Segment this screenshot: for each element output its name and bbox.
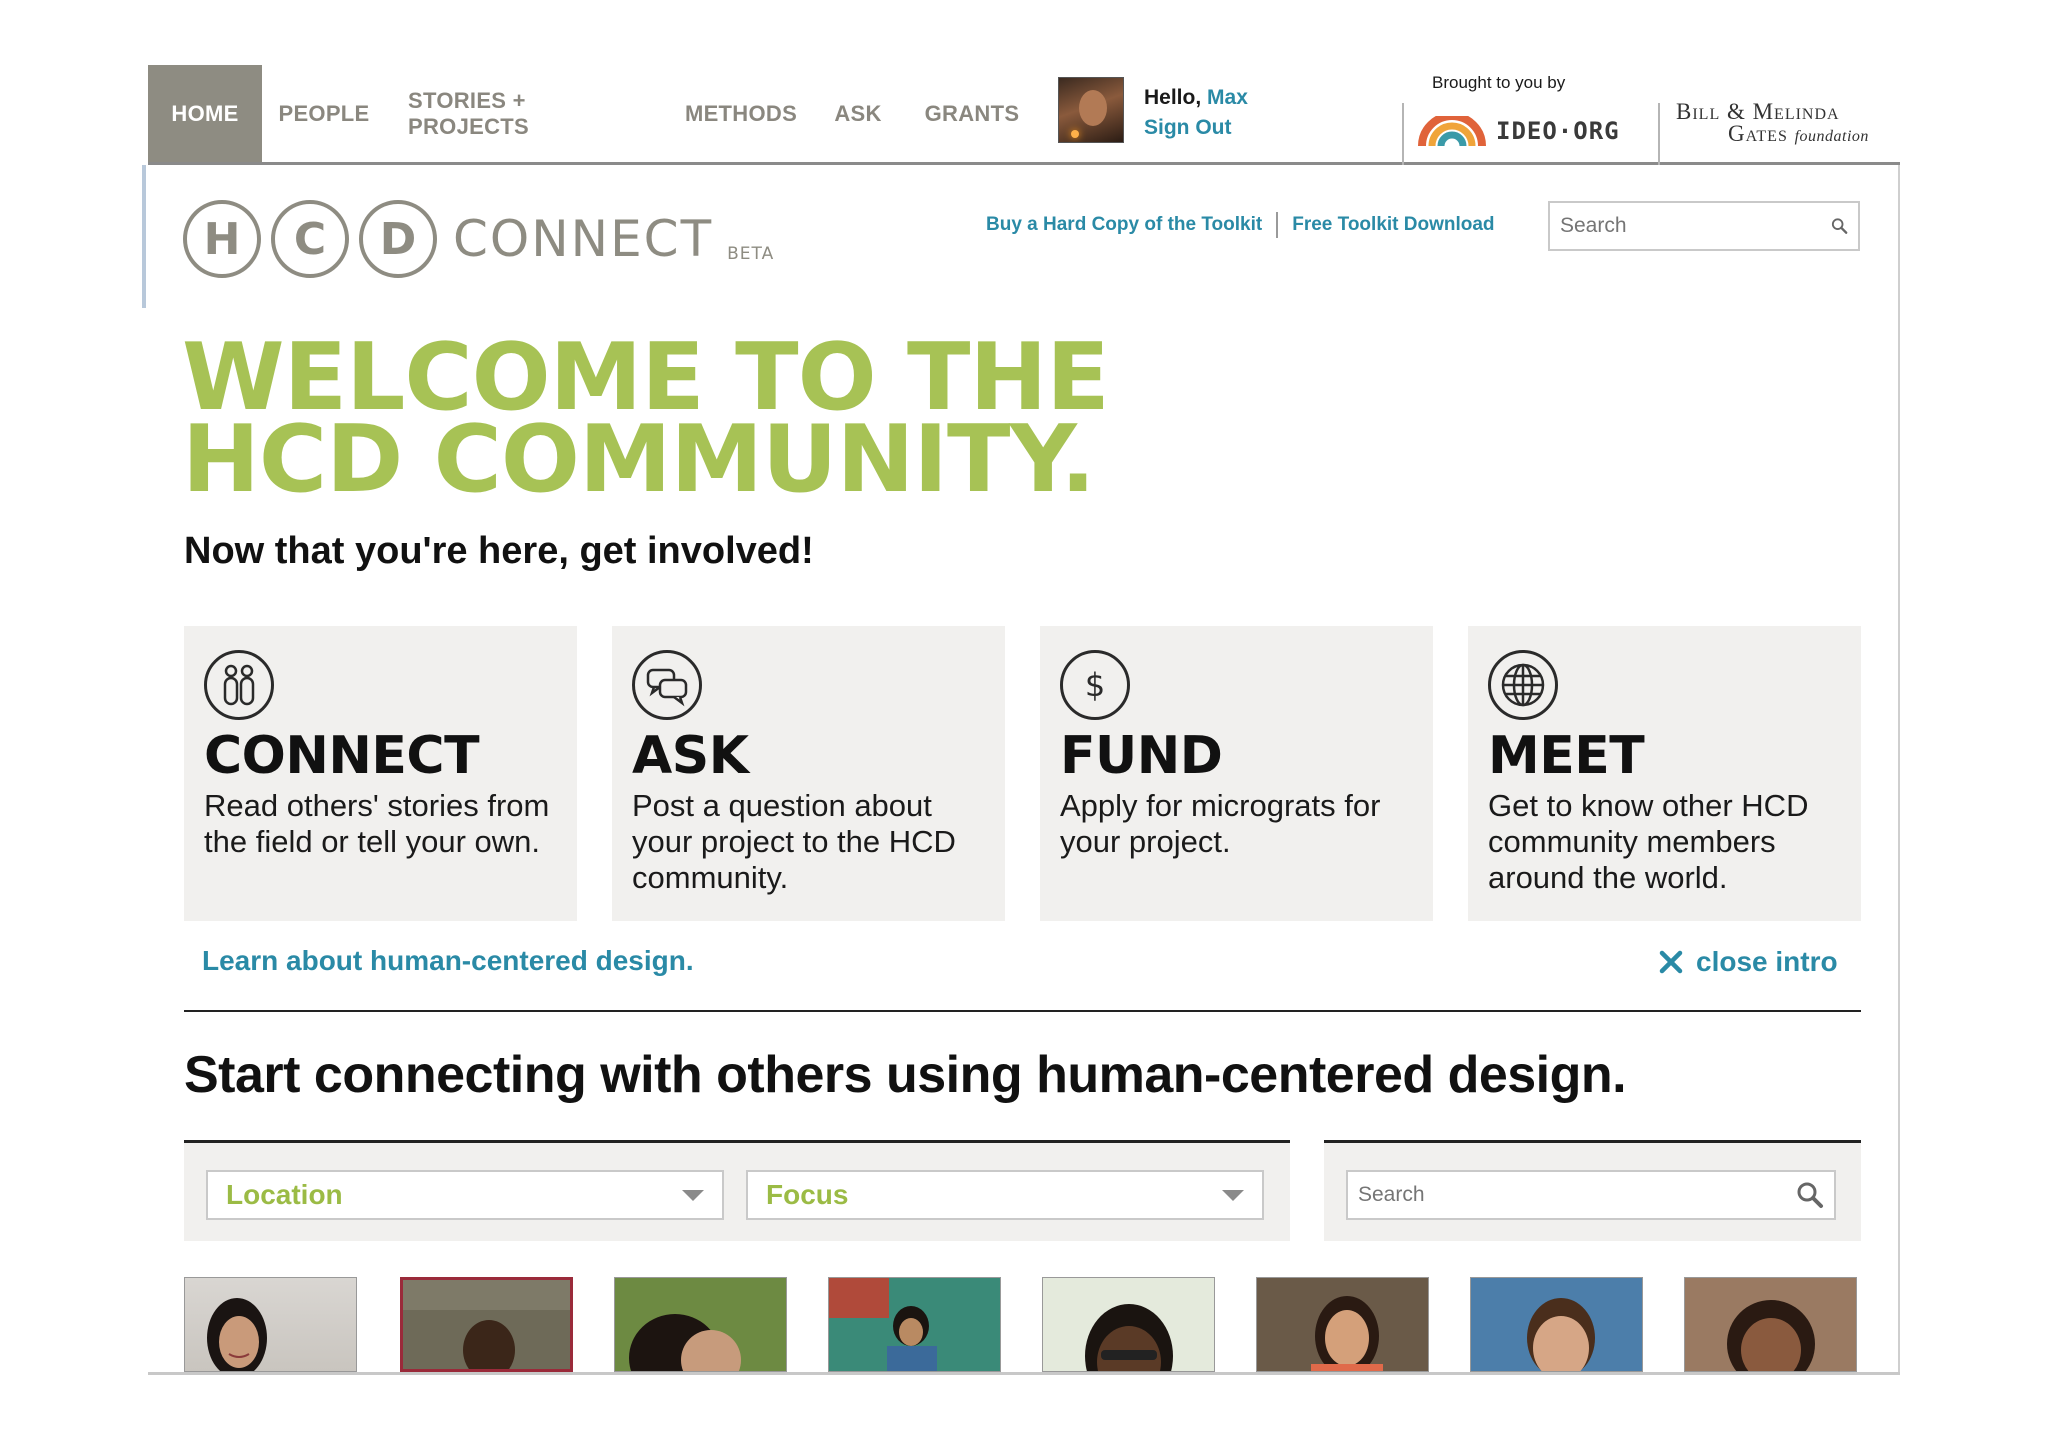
card-title: CONNECT [204,726,480,786]
nav-stories-projects[interactable]: STORIES + PROJECTS [408,65,652,162]
person-thumbnail[interactable] [400,1277,573,1372]
logo-beta-tag: BETA [727,244,775,264]
person-photo [1471,1278,1642,1371]
people-icon [204,650,274,720]
brought-to-you-by: Brought to you by [1432,73,1566,92]
focus-select[interactable]: Focus [746,1170,1264,1220]
user-avatar[interactable] [1058,77,1124,143]
card-meet[interactable]: MEET Get to know other HCD community mem… [1468,626,1861,921]
bottom-rule [148,1372,1900,1375]
person-photo [1043,1278,1214,1371]
person-photo [207,1298,267,1371]
person-photo [1257,1278,1428,1371]
person-thumbnail[interactable] [614,1277,787,1372]
site-search-input[interactable] [1560,214,1831,238]
user-greeting: Hello, Max Sign Out [1144,83,1248,143]
welcome-line2: HCD COMMUNITY. [182,405,1096,513]
card-fund[interactable]: $ FUND Apply for micrograts for your pro… [1040,626,1433,921]
card-title: MEET [1488,726,1645,786]
logo-letter-c: C [271,200,349,278]
nav-home[interactable]: HOME [148,65,262,162]
location-select[interactable]: Location [206,1170,724,1220]
site-search-box [1548,201,1860,251]
ideo-org-logo[interactable]: IDEO·ORG [1418,111,1648,151]
chevron-down-icon [682,1189,704,1201]
person-photo [1685,1278,1856,1371]
close-icon [1659,950,1683,974]
section-divider [184,1010,1861,1012]
person-thumbnail[interactable] [1256,1277,1429,1372]
chevron-down-icon [1222,1189,1244,1201]
card-ask[interactable]: ASK Post a question about your project t… [612,626,1005,921]
speech-bubbles-icon [632,650,702,720]
focus-select-label: Focus [766,1179,849,1210]
svg-text:$: $ [1085,666,1105,704]
search-icon[interactable] [1831,212,1848,240]
avatar-candle [1071,130,1079,138]
person-thumbnail[interactable] [1684,1277,1857,1372]
buy-hard-copy-link[interactable]: Buy a Hard Copy of the Toolkit [986,214,1262,236]
sponsor-divider [1402,103,1404,165]
toolkit-link-divider [1276,212,1279,238]
dollar-icon: $ [1060,650,1130,720]
people-search-input[interactable] [1358,1183,1796,1207]
start-connecting-heading: Start connecting with others using human… [184,1046,1627,1104]
card-description: Read others' stories from the field or t… [204,788,550,859]
search-icon[interactable] [1796,1181,1824,1209]
card-description: Apply for micrograts for your project. [1060,788,1381,859]
nav-methods[interactable]: METHODS [684,65,798,162]
close-intro-label: close intro [1696,946,1838,977]
nav-grants[interactable]: GRANTS [920,65,1024,162]
left-accent-bar [142,165,146,308]
person-thumbnail[interactable] [1470,1277,1643,1372]
hcd-connect-logo[interactable]: H C D CONNECT BETA [183,200,774,278]
card-description: Get to know other HCD community members … [1488,788,1809,895]
person-photo [615,1278,786,1371]
user-name-link[interactable]: Max [1207,86,1248,109]
avatar-face [1079,90,1107,126]
people-search-panel [1324,1140,1861,1241]
person-thumbnail[interactable] [184,1277,357,1372]
globe-icon [1488,650,1558,720]
card-title: FUND [1060,726,1223,786]
gates-foundation-logo[interactable]: Bill & Melinda Gates foundation [1676,99,1898,155]
toolkit-links: Buy a Hard Copy of the Toolkit Free Tool… [986,212,1495,238]
card-connect[interactable]: CONNECT Read others' stories from the fi… [184,626,577,921]
top-navigation-bar: HOME PEOPLE STORIES + PROJECTS METHODS A… [148,65,1900,165]
logo-letter-h: H [183,200,261,278]
location-select-label: Location [226,1179,343,1210]
person-photo [829,1278,1000,1371]
card-description: Post a question about your project to th… [632,788,956,895]
nav-people[interactable]: PEOPLE [272,65,376,162]
person-photo [403,1280,570,1369]
gates-logo-gates: Gates [1728,121,1788,146]
logo-connect-text: CONNECT [453,210,714,268]
filter-panel: Location Focus [184,1140,1290,1241]
gates-logo-foundation: foundation [1794,128,1869,145]
greeting-hello: Hello, [1144,86,1208,109]
logo-letter-d: D [359,200,437,278]
learn-hcd-link[interactable]: Learn about human-centered design. [202,945,694,977]
welcome-subhead: Now that you're here, get involved! [184,530,814,572]
sign-out-link[interactable]: Sign Out [1144,113,1248,143]
person-thumbnail[interactable] [828,1277,1001,1372]
sponsor-divider [1658,103,1660,165]
close-intro-button[interactable]: close intro [1658,946,1838,978]
welcome-heading: WELCOME TO THE HCD COMMUNITY. [182,331,1110,513]
ideo-rainbow-icon [1418,116,1486,146]
card-title: ASK [632,726,749,786]
nav-ask[interactable]: ASK [828,65,888,162]
ideo-org-text: IDEO·ORG [1496,117,1620,145]
person-thumbnail[interactable] [1042,1277,1215,1372]
free-toolkit-download-link[interactable]: Free Toolkit Download [1292,214,1494,236]
people-search-box [1346,1170,1836,1220]
